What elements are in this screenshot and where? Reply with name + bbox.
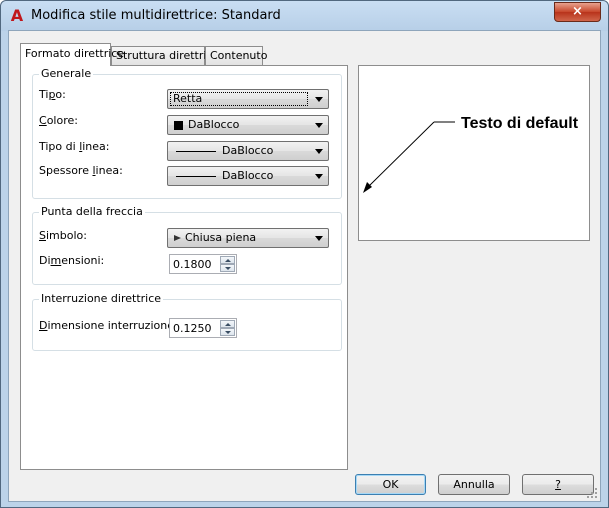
chevron-down-icon (315, 123, 323, 128)
arrow-up-icon (225, 259, 231, 262)
dialog-client-area: Formato direttrice Struttura direttrice … (8, 30, 601, 502)
colore-label: Colore: (39, 114, 78, 127)
dialog-window: A Modifica stile multidirettrice: Standa… (0, 0, 609, 508)
lineweight-sample-icon (176, 176, 216, 177)
simbolo-value: Chiusa piena (185, 231, 257, 244)
tipo-linea-label: Tipo di linea: (39, 140, 110, 153)
spin-down-button[interactable] (220, 264, 235, 272)
autocad-a-icon: A (10, 6, 24, 25)
tab-contenuto[interactable]: Contenuto (205, 46, 267, 65)
closed-filled-arrow-icon (174, 235, 181, 241)
leader-preview: Testo di default (358, 65, 590, 241)
group-punta-freccia: Punta della freccia Simbolo: Chiusa pien… (32, 205, 342, 285)
tab-panel-formato: Generale Tipo: Retta Colore: DaBlocco Ti… (20, 65, 348, 470)
spin-down-button[interactable] (220, 328, 235, 336)
spin-up-button[interactable] (220, 256, 235, 264)
dimensione-interruzione-label: Dimensione interruzione: (39, 319, 178, 332)
tipo-linea-dropdown[interactable]: DaBlocco (167, 141, 329, 161)
dimensione-interruzione-spinner[interactable]: 0.1250 (169, 318, 237, 338)
close-button[interactable]: × (554, 2, 601, 22)
tab-struttura-direttrice[interactable]: Struttura direttrice (111, 46, 219, 65)
linetype-sample-icon (176, 151, 216, 152)
tipo-linea-value: DaBlocco (222, 144, 274, 157)
tipo-label: Tipo: (39, 88, 66, 101)
arrow-down-icon (225, 331, 231, 334)
spessore-linea-value: DaBlocco (222, 169, 274, 182)
chevron-down-icon (315, 236, 323, 241)
dimensioni-label: Dimensioni: (39, 254, 105, 267)
dimensioni-spinner[interactable]: 0.1800 (169, 254, 237, 274)
arrow-up-icon (225, 323, 231, 326)
dimensione-interruzione-value: 0.1250 (173, 322, 212, 335)
chevron-down-icon (315, 97, 323, 102)
group-title-generale: Generale (39, 67, 94, 80)
simbolo-label: Simbolo: (39, 229, 87, 242)
group-title-interruzione: Interruzione direttrice (39, 292, 164, 305)
window-title: Modifica stile multidirettrice: Standard (31, 8, 281, 23)
colore-dropdown[interactable]: DaBlocco (167, 115, 329, 135)
tipo-dropdown[interactable]: Retta (167, 89, 329, 109)
resize-grip-icon[interactable] (586, 487, 598, 499)
tipo-value: Retta (173, 92, 203, 105)
arrow-down-icon (225, 267, 231, 270)
ok-button[interactable]: OK (355, 474, 426, 495)
color-swatch-icon (174, 121, 183, 130)
group-generale: Generale Tipo: Retta Colore: DaBlocco Ti… (32, 67, 342, 199)
dimensioni-value: 0.1800 (173, 258, 212, 271)
spessore-linea-dropdown[interactable]: DaBlocco (167, 166, 329, 186)
leader-line (366, 121, 435, 189)
simbolo-dropdown[interactable]: Chiusa piena (167, 228, 329, 248)
title-bar[interactable]: A Modifica stile multidirettrice: Standa… (1, 1, 608, 31)
spessore-linea-label: Spessore linea: (39, 164, 123, 177)
chevron-down-icon (315, 174, 323, 179)
leader-arrowhead (363, 182, 372, 193)
spin-up-button[interactable] (220, 320, 235, 328)
preview-text: Testo di default (461, 115, 579, 132)
annulla-button[interactable]: Annulla (438, 474, 510, 495)
chevron-down-icon (315, 149, 323, 154)
help-button[interactable]: ? (522, 474, 594, 495)
colore-value: DaBlocco (188, 118, 240, 131)
tab-formato-direttrice[interactable]: Formato direttrice (20, 43, 124, 66)
group-title-freccia: Punta della freccia (39, 205, 145, 218)
group-interruzione: Interruzione direttrice Dimensione inter… (32, 292, 342, 351)
preview-drawing: Testo di default (363, 115, 579, 193)
